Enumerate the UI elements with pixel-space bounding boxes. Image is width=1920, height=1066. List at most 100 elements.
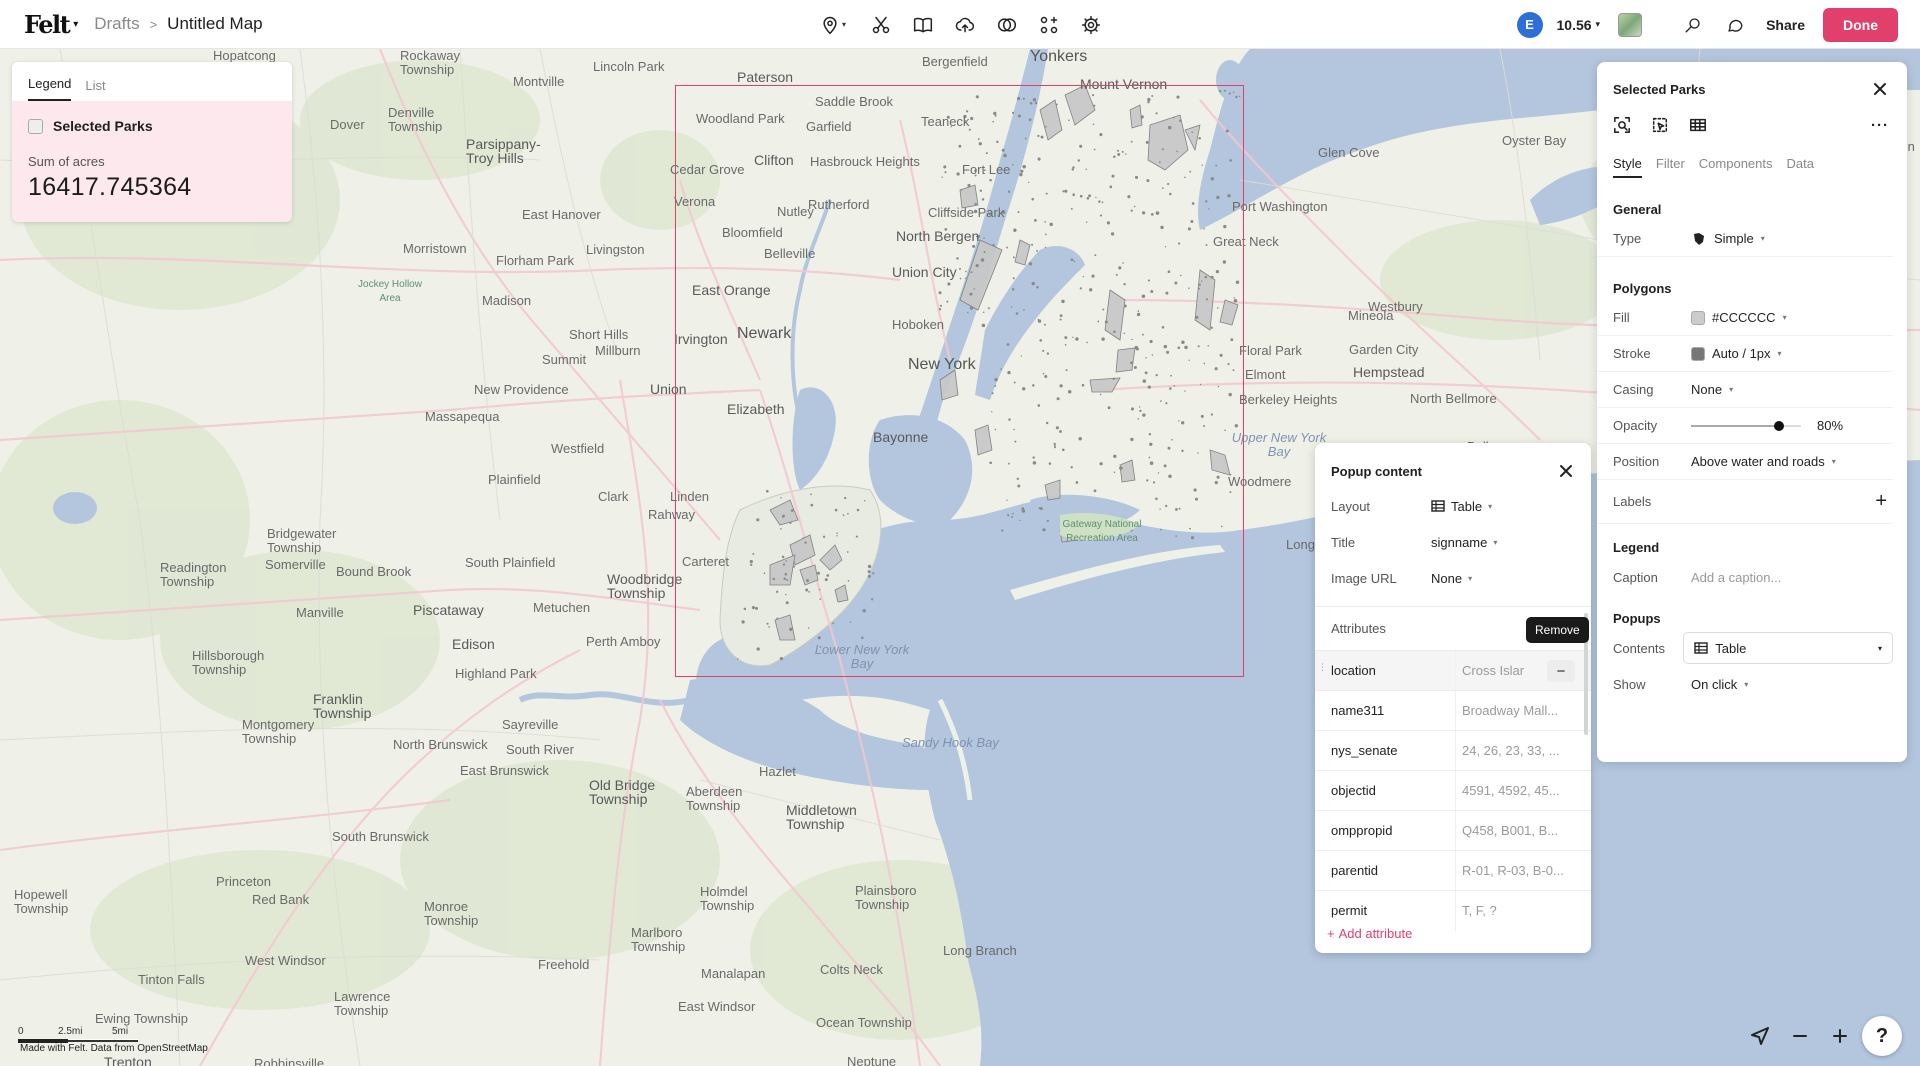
navigation-arrow-icon xyxy=(1751,1027,1769,1045)
tab-style[interactable]: Style xyxy=(1613,156,1642,178)
book-icon xyxy=(913,17,933,32)
type-dropdown[interactable]: Simple ▾ xyxy=(1691,231,1765,247)
place-label: Mount Vernon xyxy=(1080,76,1168,92)
place-label: Union xyxy=(650,381,687,397)
place-label: Hazlet xyxy=(759,764,796,779)
place-label: Lincoln Park xyxy=(593,59,665,74)
place-label: Gateway National Recreation Area xyxy=(1062,519,1142,544)
opacity-slider[interactable] xyxy=(1691,417,1801,435)
map-title[interactable]: Untitled Map xyxy=(167,14,262,34)
close-style-panel-button[interactable] xyxy=(1871,80,1889,98)
stroke-picker[interactable]: Auto / 1px ▾ xyxy=(1691,346,1782,361)
tab-legend[interactable]: Legend xyxy=(28,76,72,101)
attribute-sample-value: 24, 26, 23, 33, ... xyxy=(1455,730,1570,771)
title-value: signname xyxy=(1431,534,1488,550)
position-label: Position xyxy=(1613,454,1660,469)
share-button[interactable]: Share xyxy=(1766,17,1805,33)
chevron-down-icon: ▾ xyxy=(1493,537,1498,547)
attribute-row[interactable]: objectid 4591, 4592, 45... xyxy=(1315,770,1591,811)
data-table-button[interactable] xyxy=(1689,116,1707,134)
layer-visibility-checkbox[interactable] xyxy=(28,118,43,134)
place-label: Garfield xyxy=(806,119,852,134)
tab-data[interactable]: Data xyxy=(1787,156,1814,178)
basemap-thumbnail[interactable] xyxy=(1618,12,1643,37)
contents-dropdown[interactable]: Table ▾ xyxy=(1683,632,1893,664)
upload-tool[interactable] xyxy=(954,14,976,36)
locate-me-button[interactable] xyxy=(1748,1024,1772,1048)
cut-tool[interactable] xyxy=(870,14,892,36)
legend-layer-row[interactable]: Selected Parks xyxy=(12,102,292,134)
fill-label: Fill xyxy=(1613,310,1630,325)
image-url-label: Image URL xyxy=(1331,570,1397,586)
attribute-row[interactable]: nys_senate 24, 26, 23, 33, ... xyxy=(1315,730,1591,771)
tab-list[interactable]: List xyxy=(85,78,105,101)
chevron-down-icon: ▾ xyxy=(73,18,79,30)
image-url-dropdown[interactable]: None ▾ xyxy=(1431,571,1472,586)
zoom-out-button[interactable] xyxy=(1788,1024,1812,1048)
zoom-to-layer-button[interactable] xyxy=(1613,116,1631,134)
title-dropdown[interactable]: signname ▾ xyxy=(1431,535,1497,550)
tab-components[interactable]: Components xyxy=(1699,156,1773,178)
library-tool[interactable] xyxy=(912,14,934,36)
polygons-header: Polygons xyxy=(1613,281,1672,296)
place-label: Colts Neck xyxy=(820,962,883,977)
layout-row: Layout Table ▾ xyxy=(1315,488,1591,524)
place-label: Rockaway Township xyxy=(400,49,460,77)
zoom-level-button[interactable]: 10.56 ▾ xyxy=(1557,17,1601,33)
breadcrumb-drafts[interactable]: Drafts xyxy=(94,14,139,34)
attribute-row[interactable]: parentid R-01, R-03, B-0... xyxy=(1315,850,1591,891)
layout-dropdown[interactable]: Table ▾ xyxy=(1431,499,1492,514)
place-label: Marlboro Township xyxy=(631,925,686,954)
stroke-row: Stroke Auto / 1px ▾ xyxy=(1597,336,1893,372)
zoom-in-button[interactable] xyxy=(1828,1024,1852,1048)
fill-color-picker[interactable]: #CCCCCC ▾ xyxy=(1691,310,1787,325)
question-icon: ? xyxy=(1875,1024,1889,1047)
position-row: Position Above water and roads ▾ xyxy=(1597,444,1893,480)
place-label: Clifton xyxy=(754,152,794,168)
fill-color-swatch xyxy=(1691,310,1705,325)
add-attribute-button[interactable]: + Add attribute xyxy=(1327,926,1412,941)
drag-handle-icon[interactable]: ⋮ xyxy=(1318,663,1327,672)
layers-tool[interactable] xyxy=(996,14,1018,36)
avatar[interactable]: E xyxy=(1516,11,1543,38)
felt-logo-menu[interactable]: Felt ▾ xyxy=(24,10,78,39)
chevron-down-icon: ▾ xyxy=(1782,313,1787,322)
comments-button[interactable] xyxy=(1724,14,1746,36)
position-dropdown[interactable]: Above water and roads ▾ xyxy=(1691,454,1836,469)
popup-panel-title: Popup content xyxy=(1331,463,1422,479)
casing-label: Casing xyxy=(1613,382,1654,397)
attribute-row[interactable]: permit T, F, ? xyxy=(1315,890,1591,931)
place-label: Woodland Park xyxy=(696,111,785,126)
place-label: Edison xyxy=(452,636,495,652)
casing-value: None xyxy=(1691,382,1723,397)
close-popup-panel-button[interactable] xyxy=(1557,462,1575,480)
place-label: East Hanover xyxy=(522,207,601,222)
casing-dropdown[interactable]: None ▾ xyxy=(1691,382,1733,397)
attribute-row[interactable]: name311 Broadway Mall... xyxy=(1315,690,1591,731)
close-icon xyxy=(1560,465,1572,477)
caption-label: Caption xyxy=(1613,569,1658,585)
attribute-sample-value: Cross Islar xyxy=(1455,650,1535,691)
place-label: Bound Brook xyxy=(336,564,412,579)
opacity-slider-handle[interactable] xyxy=(1774,420,1784,431)
place-label: Garden City xyxy=(1349,342,1419,357)
show-dropdown[interactable]: On click ▾ xyxy=(1691,677,1748,692)
attribute-name: permit xyxy=(1331,903,1368,918)
attribute-row[interactable]: ⋮ location Cross Islar − xyxy=(1315,650,1591,691)
tab-filter[interactable]: Filter xyxy=(1656,156,1685,178)
more-options-icon[interactable]: ··· xyxy=(1871,117,1889,134)
remove-attribute-button[interactable]: − xyxy=(1547,660,1575,682)
attribute-row[interactable]: omppropid Q458, B001, B... xyxy=(1315,810,1591,851)
place-label: Montville xyxy=(513,74,565,89)
done-button[interactable]: Done xyxy=(1823,7,1898,42)
place-label: North Brunswick xyxy=(393,737,488,752)
search-button[interactable] xyxy=(1682,14,1704,36)
apps-tool[interactable] xyxy=(1038,14,1060,36)
settings-tool[interactable] xyxy=(1080,14,1102,36)
place-label: Elmont xyxy=(1245,367,1286,382)
pin-tool[interactable]: ▾ xyxy=(816,14,850,36)
select-features-button[interactable] xyxy=(1651,116,1669,134)
add-labels-button[interactable]: + xyxy=(1875,490,1887,513)
caption-input[interactable]: Add a caption... xyxy=(1691,570,1781,585)
help-button[interactable]: ? xyxy=(1862,1016,1902,1056)
